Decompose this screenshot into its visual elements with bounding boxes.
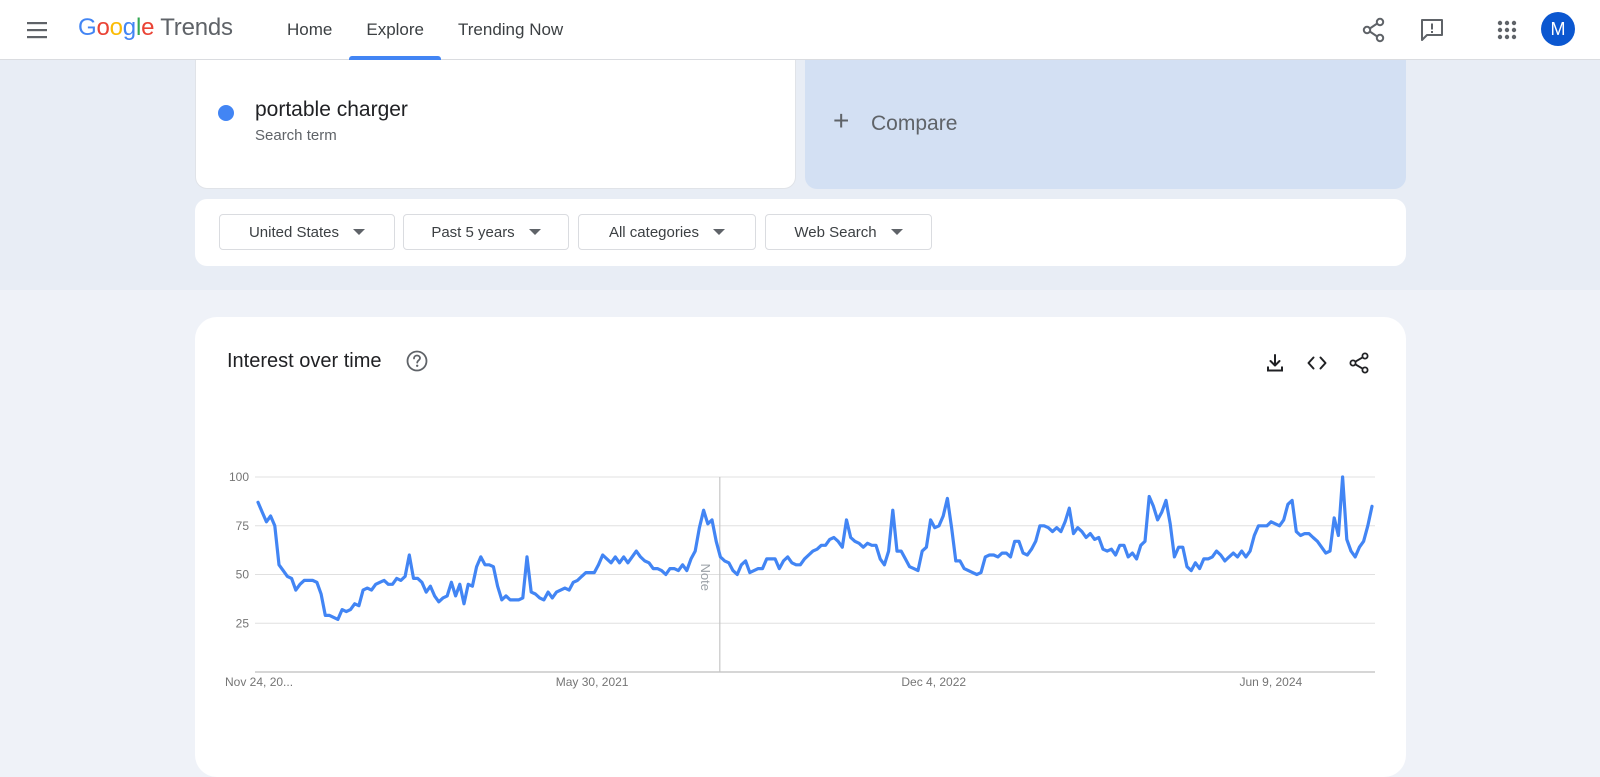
- time-range-label: Past 5 years: [431, 223, 515, 241]
- top-app-bar: Google Trends Home Explore Trending Now M: [0, 0, 1600, 60]
- x-tick-label: Dec 4, 2022: [901, 675, 966, 689]
- series-line-portable-charger: [256, 475, 1374, 621]
- y-tick-label: 75: [236, 519, 250, 533]
- dropdown-caret-icon: [528, 229, 541, 235]
- time-range-dropdown[interactable]: Past 5 years: [403, 214, 569, 250]
- search-term-card[interactable]: portable charger Search term: [195, 60, 796, 189]
- x-tick-label: Jun 9, 2024: [1239, 675, 1302, 689]
- note-marker-label: Note: [698, 564, 713, 591]
- y-tick-label: 100: [229, 470, 249, 484]
- plus-icon: +: [833, 105, 850, 136]
- y-tick-label: 50: [236, 568, 250, 582]
- interest-line-chart: 25 50 75 100 Note Nov 24, 20... May 30, 2021 De…: [225, 470, 1375, 689]
- hamburger-menu-icon: [27, 22, 47, 39]
- share-page-button[interactable]: [1360, 16, 1388, 44]
- feedback-icon: [1421, 19, 1443, 41]
- dropdown-caret-icon: [713, 229, 726, 235]
- account-avatar[interactable]: M: [1541, 12, 1575, 46]
- google-apps-button[interactable]: [1493, 16, 1521, 44]
- apps-grid-icon: [1497, 20, 1517, 40]
- region-filter-label: United States: [248, 223, 340, 241]
- dropdown-caret-icon: [353, 229, 366, 235]
- term-color-dot: [218, 105, 234, 121]
- x-tick-label: Nov 24, 20...: [225, 675, 293, 689]
- x-tick-label: May 30, 2021: [556, 675, 629, 689]
- share-icon: [1362, 17, 1385, 43]
- region-filter-dropdown[interactable]: United States: [219, 214, 395, 250]
- search-type-label: Web Search: [794, 223, 877, 241]
- nav-explore[interactable]: Explore: [349, 0, 441, 60]
- search-term-text[interactable]: portable charger: [255, 98, 408, 122]
- y-tick-label: 25: [236, 616, 250, 630]
- compare-label: Compare: [871, 112, 958, 135]
- main-menu-button[interactable]: [24, 18, 52, 42]
- logo-trends-wordmark: Trends: [160, 14, 233, 41]
- logo-google-wordmark: Google: [78, 14, 155, 41]
- nav-trending-now[interactable]: Trending Now: [441, 0, 580, 60]
- dropdown-caret-icon: [890, 229, 903, 235]
- category-dropdown[interactable]: All categories: [578, 214, 756, 250]
- interest-over-time-card: Interest over time 25 50 75 100 Note Nov 24, …: [195, 317, 1406, 777]
- send-feedback-button[interactable]: [1418, 16, 1446, 44]
- nav-home[interactable]: Home: [270, 0, 349, 60]
- search-type-dropdown[interactable]: Web Search: [765, 214, 932, 250]
- search-term-sublabel: Search term: [255, 127, 337, 144]
- filters-bar: United States Past 5 years All categorie…: [195, 199, 1406, 266]
- google-trends-logo[interactable]: Google Trends: [78, 14, 233, 42]
- category-label: All categories: [608, 223, 700, 241]
- top-navigation: Home Explore Trending Now: [270, 0, 580, 60]
- compare-button[interactable]: + Compare: [805, 60, 1406, 189]
